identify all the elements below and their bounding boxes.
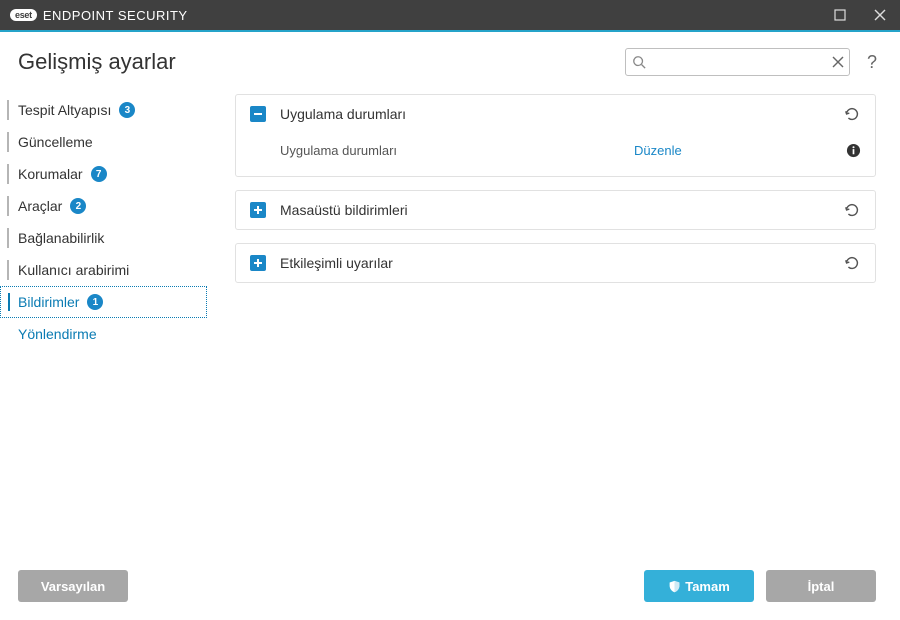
sidebar-item-label: Tespit Altyapısı — [18, 102, 111, 118]
panel-uygulama-durumlari: Uygulama durumları Uygulama durumları Dü… — [235, 94, 876, 177]
panel-body: Uygulama durumları Düzenle — [236, 133, 875, 176]
expand-toggle[interactable] — [250, 255, 266, 271]
clear-icon — [832, 56, 844, 68]
sidebar-badge: 3 — [119, 102, 135, 118]
window-controls — [820, 0, 900, 30]
sidebar-badge: 1 — [87, 294, 103, 310]
ok-button-label: Tamam — [685, 579, 730, 594]
sidebar-item-label: Bildirimler — [18, 294, 79, 310]
sidebar-item-label: Güncelleme — [18, 134, 93, 150]
panel-header[interactable]: Masaüstü bildirimleri — [236, 191, 875, 229]
search-container — [625, 48, 850, 76]
expand-toggle[interactable] — [250, 202, 266, 218]
close-button[interactable] — [860, 0, 900, 30]
content-area: Uygulama durumları Uygulama durumları Dü… — [215, 84, 900, 556]
sidebar-item-label: Kullanıcı arabirimi — [18, 262, 129, 278]
plus-icon — [253, 205, 263, 215]
panel-header[interactable]: Uygulama durumları — [236, 95, 875, 133]
collapse-toggle[interactable] — [250, 106, 266, 122]
undo-button[interactable] — [843, 201, 861, 219]
sidebar-item-guncelleme[interactable]: Güncelleme — [0, 126, 207, 158]
info-icon — [846, 143, 861, 158]
undo-icon — [843, 201, 861, 219]
panel-header[interactable]: Etkileşimli uyarılar — [236, 244, 875, 282]
search-icon — [632, 55, 646, 69]
page-title: Gelişmiş ayarlar — [18, 49, 625, 75]
panel-title: Etkileşimli uyarılar — [280, 255, 829, 271]
help-button[interactable]: ? — [862, 52, 882, 73]
search-input[interactable] — [625, 48, 850, 76]
eset-logo: eset — [10, 9, 37, 21]
panel-masaustu-bildirimleri: Masaüstü bildirimleri — [235, 190, 876, 230]
undo-button[interactable] — [843, 254, 861, 272]
sidebar-item-tespit-altyapisi[interactable]: Tespit Altyapısı 3 — [0, 94, 207, 126]
header-row: Gelişmiş ayarlar ? — [0, 32, 900, 84]
sidebar-item-label: Yönlendirme — [18, 326, 97, 342]
minus-icon — [253, 109, 263, 119]
sidebar-item-baglanabilirlik[interactable]: Bağlanabilirlik — [0, 222, 207, 254]
sidebar-item-korumalar[interactable]: Korumalar 7 — [0, 158, 207, 190]
sidebar: Tespit Altyapısı 3 Güncelleme Korumalar … — [0, 84, 215, 556]
cancel-button[interactable]: İptal — [766, 570, 876, 602]
product-name: ENDPOINT SECURITY — [43, 8, 188, 23]
panel-etkilesimli-uyarilar: Etkileşimli uyarılar — [235, 243, 876, 283]
panel-title: Uygulama durumları — [280, 106, 829, 122]
sidebar-subitem-yonlendirme[interactable]: Yönlendirme — [0, 318, 207, 350]
undo-icon — [843, 254, 861, 272]
sidebar-item-kullanici-arabirimi[interactable]: Kullanıcı arabirimi — [0, 254, 207, 286]
panel-title: Masaüstü bildirimleri — [280, 202, 829, 218]
defaults-button[interactable]: Varsayılan — [18, 570, 128, 602]
maximize-icon — [834, 9, 846, 21]
info-button[interactable] — [846, 143, 861, 158]
close-icon — [874, 9, 886, 21]
sidebar-item-label: Bağlanabilirlik — [18, 230, 104, 246]
edit-link[interactable]: Düzenle — [634, 143, 834, 158]
search-clear-button[interactable] — [832, 56, 844, 68]
sidebar-item-bildirimler[interactable]: Bildirimler 1 — [0, 286, 207, 318]
sidebar-item-label: Korumalar — [18, 166, 83, 182]
shield-icon — [668, 580, 681, 593]
undo-icon — [843, 105, 861, 123]
ok-button[interactable]: Tamam — [644, 570, 754, 602]
titlebar: eset ENDPOINT SECURITY — [0, 0, 900, 30]
sidebar-badge: 7 — [91, 166, 107, 182]
sidebar-badge: 2 — [70, 198, 86, 214]
sidebar-item-label: Araçlar — [18, 198, 62, 214]
brand: eset ENDPOINT SECURITY — [10, 8, 188, 23]
footer: Varsayılan Tamam İptal — [0, 556, 900, 620]
maximize-button[interactable] — [820, 0, 860, 30]
undo-button[interactable] — [843, 105, 861, 123]
setting-row-uygulama-durumlari: Uygulama durumları Düzenle — [236, 137, 875, 164]
plus-icon — [253, 258, 263, 268]
sidebar-item-araclar[interactable]: Araçlar 2 — [0, 190, 207, 222]
setting-label: Uygulama durumları — [280, 143, 622, 158]
